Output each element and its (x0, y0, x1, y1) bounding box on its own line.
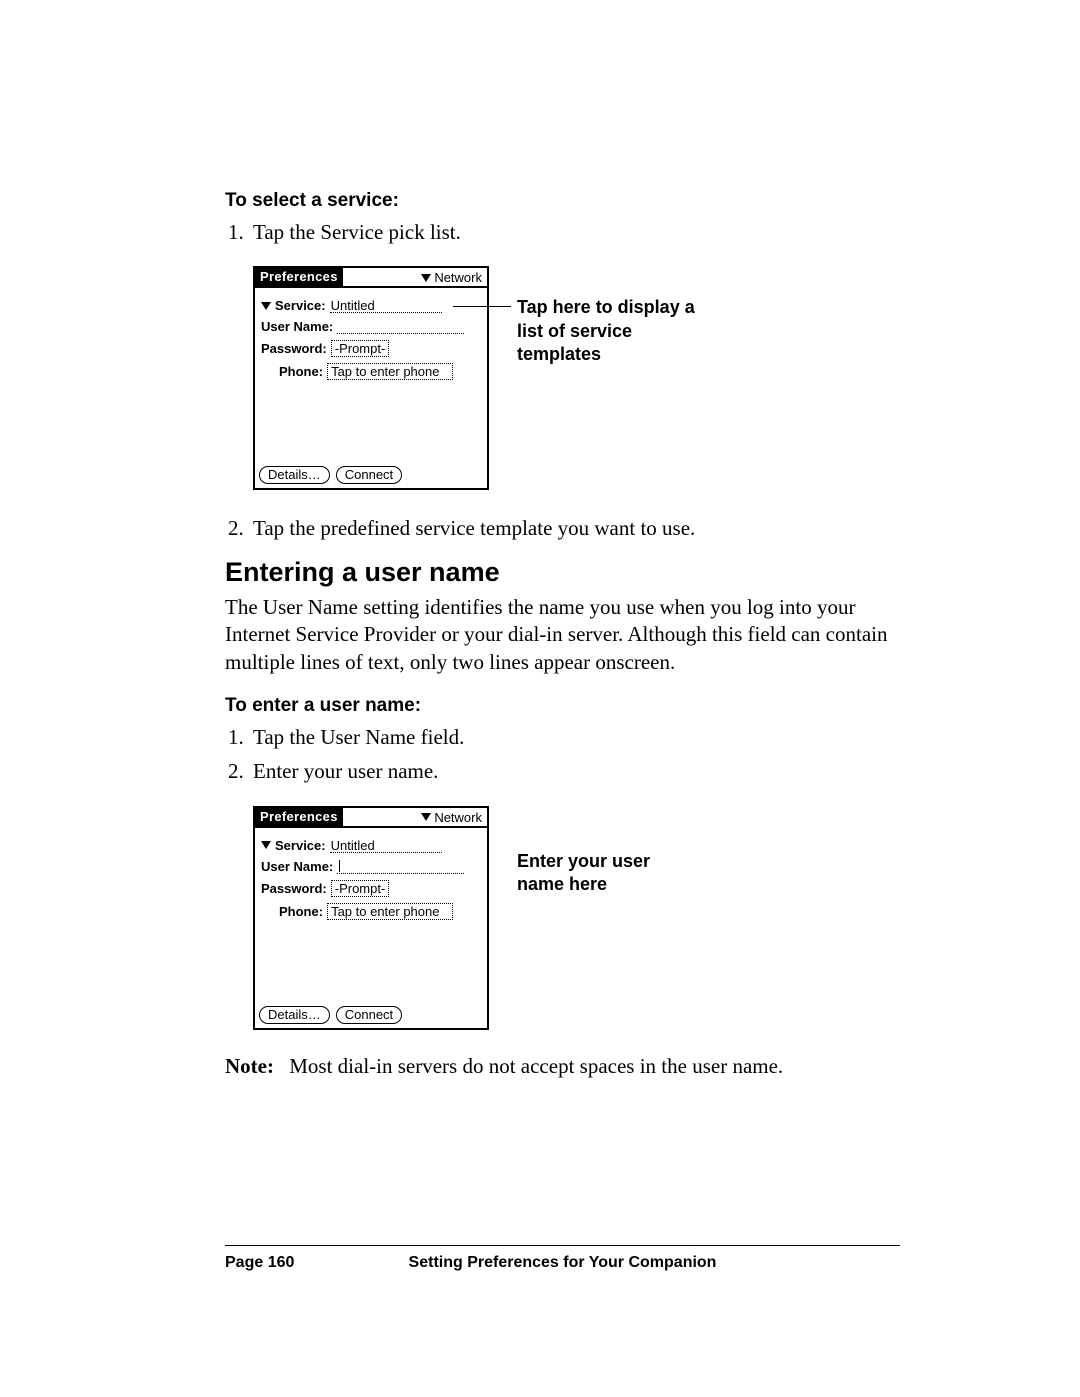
phone-field[interactable]: Tap to enter phone (327, 903, 453, 920)
details-button[interactable]: Details… (259, 1006, 330, 1024)
steps-select-service: Tap the Service pick list. (225, 218, 900, 246)
figure-1: Preferences Network Service: Untitled Us… (253, 266, 900, 490)
step-2: Tap the predefined service template you … (249, 514, 900, 542)
note-label: Note: (225, 1054, 274, 1078)
username-label: User Name: (261, 319, 333, 334)
step-2-2: Enter your user name. (249, 757, 900, 785)
page-number: Page 160 (225, 1254, 294, 1272)
service-label: Service: (275, 838, 326, 853)
password-field[interactable]: -Prompt- (331, 340, 390, 357)
service-value[interactable]: Untitled (330, 838, 442, 853)
phone-field[interactable]: Tap to enter phone (327, 363, 453, 380)
palm-screenshot-2: Preferences Network Service: Untitled Us… (253, 806, 489, 1030)
category-picklist[interactable]: Network (416, 268, 487, 286)
category-label: Network (434, 810, 482, 825)
callout-1: Tap here to display a list of service te… (517, 296, 707, 366)
heading-enter-username: To enter a user name: (225, 695, 900, 717)
callout-2: Enter your user name here (517, 850, 697, 897)
palm-titlebar: Preferences Network (255, 808, 487, 828)
paragraph-username-desc: The User Name setting identifies the nam… (225, 594, 900, 677)
phone-row: Phone: Tap to enter phone (261, 363, 481, 380)
username-row: User Name: (261, 319, 481, 334)
connect-button[interactable]: Connect (336, 1006, 402, 1024)
manual-page: To select a service: Tap the Service pic… (0, 0, 1080, 1397)
service-row[interactable]: Service: Untitled (261, 838, 481, 853)
phone-label: Phone: (279, 904, 323, 919)
chevron-down-icon (421, 813, 431, 821)
step-2-1: Tap the User Name field. (249, 723, 900, 751)
palm-screenshot-1: Preferences Network Service: Untitled Us… (253, 266, 489, 490)
text-cursor (339, 860, 340, 872)
chevron-down-icon (261, 302, 271, 310)
service-value[interactable]: Untitled (330, 298, 442, 313)
phone-row: Phone: Tap to enter phone (261, 903, 481, 920)
step-1: Tap the Service pick list. (249, 218, 900, 246)
password-label: Password: (261, 341, 327, 356)
chevron-down-icon (421, 274, 431, 282)
app-title: Preferences (255, 268, 343, 286)
username-label: User Name: (261, 859, 333, 874)
steps-select-service-cont: Tap the predefined service template you … (225, 514, 900, 542)
app-title: Preferences (255, 808, 343, 826)
chevron-down-icon (261, 841, 271, 849)
password-row: Password: -Prompt- (261, 880, 481, 897)
service-label: Service: (275, 298, 326, 313)
details-button[interactable]: Details… (259, 466, 330, 484)
palm-titlebar: Preferences Network (255, 268, 487, 288)
category-label: Network (434, 270, 482, 285)
category-picklist[interactable]: Network (416, 808, 487, 826)
callout-leader-line (453, 306, 511, 307)
note-text: Most dial-in servers do not accept space… (289, 1054, 783, 1078)
password-row: Password: -Prompt- (261, 340, 481, 357)
username-field[interactable] (337, 859, 464, 874)
figure-2: Preferences Network Service: Untitled Us… (253, 806, 900, 1030)
note: Note: Most dial-in servers do not accept… (225, 1054, 900, 1079)
username-row: User Name: (261, 859, 481, 874)
password-label: Password: (261, 881, 327, 896)
phone-label: Phone: (279, 364, 323, 379)
service-row[interactable]: Service: Untitled (261, 298, 481, 313)
heading-select-service: To select a service: (225, 190, 900, 212)
chapter-title: Setting Preferences for Your Companion (409, 1254, 717, 1272)
connect-button[interactable]: Connect (336, 466, 402, 484)
password-field[interactable]: -Prompt- (331, 880, 390, 897)
page-footer: Page 160 Setting Preferences for Your Co… (225, 1245, 900, 1272)
heading-entering-username: Entering a user name (225, 557, 900, 588)
username-field[interactable] (337, 319, 464, 334)
steps-enter-username: Tap the User Name field. Enter your user… (225, 723, 900, 786)
